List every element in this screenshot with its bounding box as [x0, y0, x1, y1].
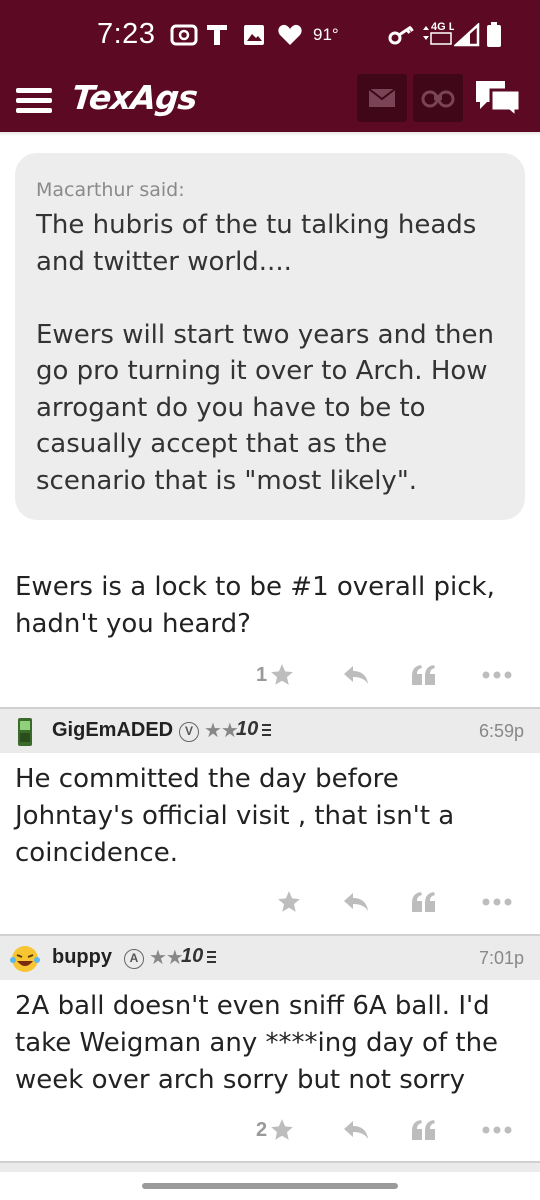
app-bar: TexAgs: [0, 70, 540, 132]
home-gesture-handle[interactable]: [142, 1183, 398, 1189]
data-arrows-icon: 4G LTE: [420, 20, 454, 46]
mail-button[interactable]: [357, 74, 407, 122]
more-options-button[interactable]: [482, 655, 512, 695]
reply-button[interactable]: [342, 655, 370, 695]
star-button[interactable]: [274, 882, 302, 922]
star-button[interactable]: 2: [256, 1110, 295, 1150]
reply-icon: [344, 666, 368, 684]
post-header: buppy A ★★ 10 7:01p: [0, 934, 540, 980]
star-icon: [278, 891, 300, 912]
reply-button[interactable]: [342, 882, 370, 922]
more-options-button[interactable]: [482, 1110, 512, 1150]
heart-icon: [277, 22, 303, 48]
rank-lines-icon: [262, 724, 271, 736]
post-actions: 2: [0, 1110, 540, 1150]
t-icon: [206, 22, 228, 48]
more-icon: [482, 671, 512, 679]
more-icon: [482, 898, 512, 906]
rank-label: 10: [236, 718, 259, 740]
star-icon: [271, 664, 293, 685]
reply-button[interactable]: [342, 1110, 370, 1150]
divider: [0, 132, 540, 136]
menu-icon[interactable]: [14, 80, 54, 120]
gesture-nav-bar: [0, 1172, 540, 1200]
status-temperature: 91°: [313, 25, 339, 44]
status-bar: 7:23 91° 4G LTE: [0, 0, 540, 70]
svg-text:4G LTE: 4G LTE: [431, 21, 454, 33]
rank-lines-icon: [207, 951, 216, 963]
quote-block: Macarthur said: The hubris of the tu tal…: [15, 153, 525, 520]
signal-icon: [454, 22, 480, 48]
quote-icon: [412, 665, 435, 685]
quote-button[interactable]: [410, 655, 438, 695]
post-body: Ewers is a lock to be #1 overall pick, h…: [15, 572, 495, 639]
mail-icon: [368, 88, 396, 107]
key-icon: [388, 22, 416, 48]
binoculars-button[interactable]: [413, 74, 463, 122]
next-post-header: [0, 1161, 540, 1172]
texags-logo[interactable]: TexAgs: [70, 78, 199, 117]
post-header: GigEmADED V ★★ 10 6:59p: [0, 707, 540, 753]
rank-label: 10: [181, 945, 204, 967]
post-time: 7:01p: [478, 948, 524, 968]
binoculars-icon: [421, 90, 455, 108]
status-time: 7:23: [97, 18, 156, 50]
star-button[interactable]: 1: [256, 655, 295, 695]
chat-icon: [476, 81, 522, 118]
reply-icon: [344, 893, 368, 911]
quote-button[interactable]: [410, 1110, 438, 1150]
rating-stars: ★★: [149, 945, 184, 969]
badge-icon: A: [124, 949, 144, 969]
quote-text: The hubris of the tu talking heads and t…: [36, 210, 494, 496]
radio-icon: [170, 22, 198, 48]
chat-button[interactable]: [470, 74, 526, 122]
username[interactable]: GigEmADED: [52, 719, 173, 742]
username[interactable]: buppy: [52, 946, 112, 969]
star-count: 1: [256, 663, 268, 686]
reply-icon: [344, 1121, 368, 1139]
star-icon: [271, 1119, 293, 1140]
post-body: 2A ball doesn't even sniff 6A ball. I'd …: [15, 991, 499, 1095]
more-options-button[interactable]: [482, 882, 512, 922]
quote-icon: [412, 892, 435, 912]
star-count: 2: [256, 1118, 268, 1141]
thread-content[interactable]: Macarthur said: The hubris of the tu tal…: [0, 132, 540, 1172]
quote-icon: [412, 1120, 435, 1140]
post-actions: 1: [0, 655, 540, 695]
phone-icon: [8, 715, 42, 749]
quote-author: Macarthur said:: [36, 179, 185, 201]
post-time: 6:59p: [478, 721, 524, 741]
post-body: He committed the day before Johntay's of…: [15, 764, 455, 868]
laughing-emoji-icon: [8, 942, 42, 976]
quote-button[interactable]: [410, 882, 438, 922]
rating-stars: ★★: [204, 718, 239, 742]
battery-icon: [486, 22, 502, 48]
more-icon: [482, 1126, 512, 1134]
badge-icon: V: [179, 722, 199, 742]
post-actions: [0, 882, 540, 922]
image-icon: [242, 22, 266, 48]
